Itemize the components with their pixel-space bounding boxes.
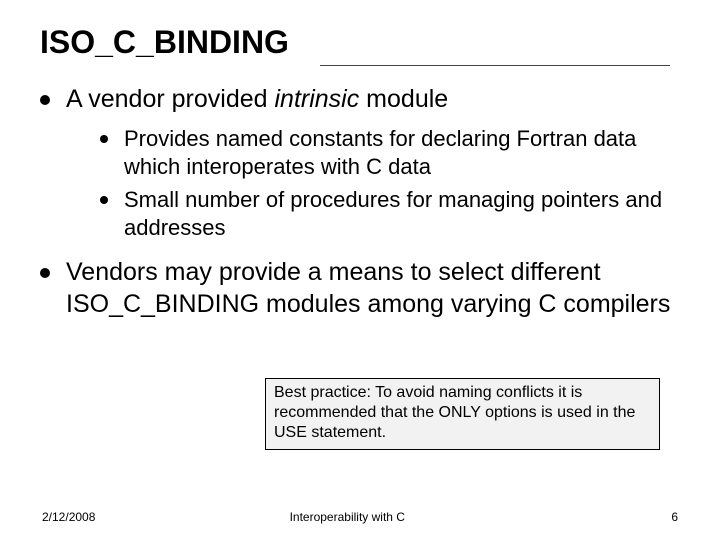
title-underline [320, 65, 670, 66]
bullet-1-post: module [359, 85, 448, 113]
sub-bullet-2: Small number of procedures for managing … [100, 186, 680, 241]
bullet-1-pre: A vendor provided [66, 85, 274, 113]
bullet-icon [100, 196, 108, 204]
footer-title: Interoperability with C [290, 510, 405, 524]
bullet-1-text: A vendor provided intrinsic module [66, 84, 680, 115]
bullet-2: Vendors may provide a means to select di… [40, 257, 680, 320]
best-practice-callout: Best practice: To avoid naming conflicts… [265, 378, 660, 450]
sub-bullet-2-text: Small number of procedures for managing … [124, 186, 680, 241]
sub-bullet-1-text: Provides named constants for declaring F… [124, 125, 680, 180]
slide-title: ISO_C_BINDING [40, 24, 680, 61]
bullet-icon [40, 95, 50, 105]
sub-bullet-1: Provides named constants for declaring F… [100, 125, 680, 180]
footer-page-number: 6 [671, 510, 678, 524]
bullet-1: A vendor provided intrinsic module [40, 84, 680, 115]
footer-date: 2/12/2008 [42, 510, 95, 524]
sub-bullet-list: Provides named constants for declaring F… [100, 125, 680, 241]
bullet-2-text: Vendors may provide a means to select di… [66, 257, 680, 320]
bullet-icon [100, 135, 108, 143]
bullet-1-em: intrinsic [274, 85, 359, 113]
bullet-icon [40, 268, 50, 278]
